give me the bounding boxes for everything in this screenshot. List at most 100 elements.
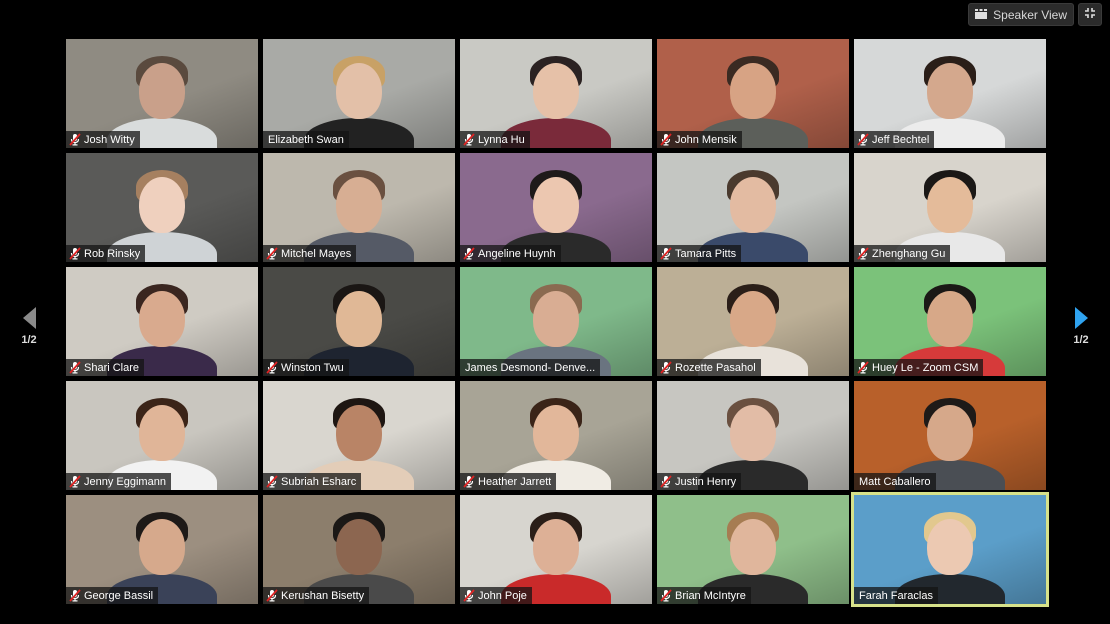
participant-name-label: Huey Le - Zoom CSM xyxy=(854,359,984,376)
participant-tile[interactable]: Subriah Esharc xyxy=(263,381,455,490)
participant-tile[interactable]: Huey Le - Zoom CSM xyxy=(854,267,1046,376)
participant-name: Matt Caballero xyxy=(859,475,931,488)
participant-tile[interactable]: Justin Henry xyxy=(657,381,849,490)
participant-name: Jeff Bechtel xyxy=(872,133,930,146)
muted-mic-icon xyxy=(69,247,81,260)
grid-layout-icon xyxy=(975,8,988,22)
participant-name: Elizabeth Swan xyxy=(268,133,344,146)
participant-face xyxy=(336,518,382,575)
participant-tile[interactable]: Josh Witty xyxy=(66,39,258,148)
participant-face xyxy=(336,176,382,233)
muted-mic-icon xyxy=(660,361,672,374)
participant-name: George Bassil xyxy=(84,589,154,602)
participant-name-label: Lynna Hu xyxy=(460,131,530,148)
participant-face xyxy=(927,290,973,347)
participant-name-label: Matt Caballero xyxy=(854,473,936,490)
participant-name-label: Zhenghang Gu xyxy=(854,245,951,262)
participant-name-label: Rozette Pasahol xyxy=(657,359,761,376)
previous-page-button[interactable]: 1/2 xyxy=(14,307,44,346)
participant-name: Mitchel Mayes xyxy=(281,247,352,260)
participant-tile[interactable]: Jenny Eggimann xyxy=(66,381,258,490)
participant-name-label: Brian McIntyre xyxy=(657,587,751,604)
participant-name-label: John Poje xyxy=(460,587,532,604)
participant-tile[interactable]: Zhenghang Gu xyxy=(854,153,1046,262)
top-toolbar: Speaker View xyxy=(968,3,1102,26)
triangle-right-icon xyxy=(1074,307,1088,329)
muted-mic-icon xyxy=(463,247,475,260)
participant-name: Rob Rinsky xyxy=(84,247,141,260)
participant-tile[interactable]: Winston Twu xyxy=(263,267,455,376)
participant-face xyxy=(730,404,776,461)
speaker-view-button[interactable]: Speaker View xyxy=(968,3,1074,26)
fullscreen-button[interactable] xyxy=(1078,3,1102,26)
page-indicator-left: 1/2 xyxy=(21,334,37,346)
participant-name: Josh Witty xyxy=(84,133,135,146)
participant-name: Rozette Pasahol xyxy=(675,361,756,374)
muted-mic-icon xyxy=(69,133,81,146)
muted-mic-icon xyxy=(69,361,81,374)
participant-tile[interactable]: George Bassil xyxy=(66,495,258,604)
participant-face xyxy=(533,290,579,347)
participant-name: Heather Jarrett xyxy=(478,475,552,488)
participant-name-label: Farah Faraclas xyxy=(854,587,938,604)
participant-face xyxy=(730,290,776,347)
participant-face xyxy=(139,176,185,233)
muted-mic-icon xyxy=(660,133,672,146)
participant-name-label: Josh Witty xyxy=(66,131,140,148)
participant-tile[interactable]: Elizabeth Swan xyxy=(263,39,455,148)
participant-name-label: Kerushan Bisetty xyxy=(263,587,370,604)
participant-face xyxy=(139,62,185,119)
participant-face xyxy=(927,404,973,461)
participant-tile[interactable]: James Desmond- Denve... xyxy=(460,267,652,376)
muted-mic-icon xyxy=(463,475,475,488)
participant-name-label: John Mensik xyxy=(657,131,742,148)
fullscreen-icon xyxy=(1084,6,1096,24)
muted-mic-icon xyxy=(69,589,81,602)
participant-face xyxy=(927,518,973,575)
participant-face xyxy=(730,62,776,119)
participant-name-label: Heather Jarrett xyxy=(460,473,557,490)
participant-name-label: Jenny Eggimann xyxy=(66,473,171,490)
participant-tile[interactable]: Matt Caballero xyxy=(854,381,1046,490)
participant-tile[interactable]: Lynna Hu xyxy=(460,39,652,148)
participant-name: John Poje xyxy=(478,589,527,602)
participant-name: Kerushan Bisetty xyxy=(281,589,365,602)
participant-tile[interactable]: Mitchel Mayes xyxy=(263,153,455,262)
participant-name-label: Angeline Huynh xyxy=(460,245,561,262)
participant-face xyxy=(730,518,776,575)
muted-mic-icon xyxy=(266,475,278,488)
next-page-button[interactable]: 1/2 xyxy=(1066,307,1096,346)
muted-mic-icon xyxy=(266,361,278,374)
participant-face xyxy=(336,290,382,347)
muted-mic-icon xyxy=(463,589,475,602)
participant-tile[interactable]: Brian McIntyre xyxy=(657,495,849,604)
participant-tile-active-speaker[interactable]: Farah Faraclas xyxy=(851,492,1049,607)
participant-name-label: James Desmond- Denve... xyxy=(460,359,601,376)
participant-face xyxy=(533,518,579,575)
participant-tile[interactable]: Jeff Bechtel xyxy=(854,39,1046,148)
participant-name-label: George Bassil xyxy=(66,587,159,604)
participant-tile[interactable]: Tamara Pitts xyxy=(657,153,849,262)
participant-tile[interactable]: Heather Jarrett xyxy=(460,381,652,490)
gallery-grid: Josh Witty Elizabeth Swan Lynna Hu John Men… xyxy=(66,39,1049,607)
participant-name-label: Tamara Pitts xyxy=(657,245,742,262)
participant-name: Tamara Pitts xyxy=(675,247,737,260)
participant-name: Huey Le - Zoom CSM xyxy=(872,361,979,374)
participant-name: Brian McIntyre xyxy=(675,589,746,602)
muted-mic-icon xyxy=(660,247,672,260)
page-indicator-right: 1/2 xyxy=(1073,334,1089,346)
speaker-view-label: Speaker View xyxy=(993,7,1067,22)
participant-tile[interactable]: Rob Rinsky xyxy=(66,153,258,262)
participant-name-label: Mitchel Mayes xyxy=(263,245,357,262)
participant-name: Justin Henry xyxy=(675,475,737,488)
participant-tile[interactable]: Angeline Huynh xyxy=(460,153,652,262)
participant-face xyxy=(336,62,382,119)
participant-tile[interactable]: Rozette Pasahol xyxy=(657,267,849,376)
participant-tile[interactable]: John Mensik xyxy=(657,39,849,148)
participant-face xyxy=(730,176,776,233)
muted-mic-icon xyxy=(69,475,81,488)
participant-tile[interactable]: Shari Clare xyxy=(66,267,258,376)
participant-name: Shari Clare xyxy=(84,361,140,374)
participant-tile[interactable]: Kerushan Bisetty xyxy=(263,495,455,604)
participant-tile[interactable]: John Poje xyxy=(460,495,652,604)
